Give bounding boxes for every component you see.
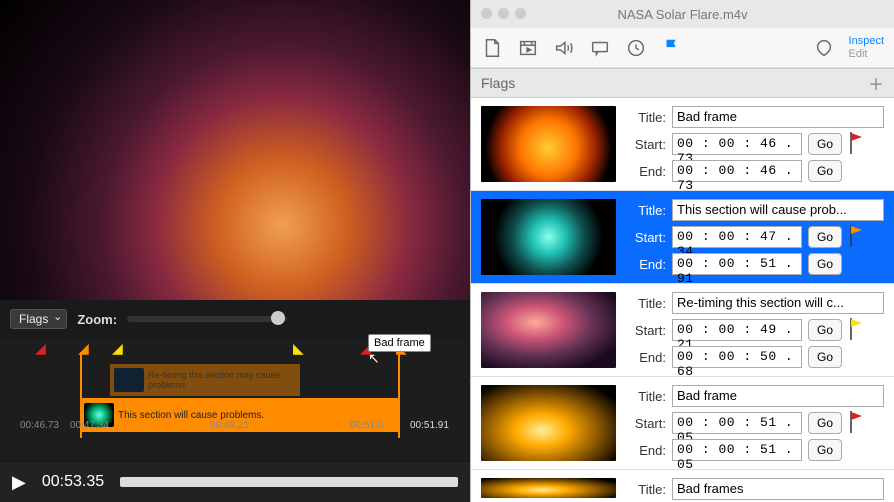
track-selector-dropdown[interactable]: Flags — [10, 309, 67, 329]
flag-color-icon[interactable] — [848, 225, 866, 249]
flag-start-input[interactable]: 00 : 00 : 47 . 34 — [672, 226, 802, 248]
flag-list[interactable]: Title: Bad frame Start: 00 : 00 : 46 . 73 Go… — [471, 98, 894, 502]
time-tick: 00:51.91 — [410, 420, 449, 431]
zoom-slider[interactable] — [127, 316, 287, 322]
tag-icon[interactable] — [813, 37, 835, 59]
section-title: Flags — [481, 75, 515, 91]
inspector-toolbar: Inspect Edit — [471, 28, 894, 68]
flag-item[interactable]: Title: Bad frame Start: 00 : 00 : 51 . 05 Go… — [471, 377, 894, 470]
add-flag-button[interactable]: ＋ — [868, 71, 884, 95]
window-title: NASA Solar Flare.m4v — [617, 7, 747, 22]
inspect-link[interactable]: Inspect — [849, 35, 884, 48]
scrubber[interactable] — [120, 477, 458, 487]
start-label: Start: — [626, 416, 666, 431]
end-label: End: — [626, 443, 666, 458]
go-end-button[interactable]: Go — [808, 160, 842, 182]
start-label: Start: — [626, 137, 666, 152]
zoom-label: Zoom: — [77, 312, 117, 327]
playback-bar: ▶ 00:53.35 — [0, 462, 470, 502]
flag-thumbnail — [481, 478, 616, 498]
inspector-panel: NASA Solar Flare.m4v Inspect Edit Flags … — [470, 0, 894, 502]
flag-start-input[interactable]: 00 : 00 : 49 . 21 — [672, 319, 802, 341]
timeline-ruler: 00:46.73 00:47.34 00:49.21 00:51.0 00:51… — [0, 420, 470, 436]
timeline[interactable]: Bad frame ↖ ◢ ◢ ◢ ◣ ◢ ◣ Re-timing this s… — [0, 338, 470, 460]
flags-section-header: Flags ＋ — [471, 68, 894, 98]
go-end-button[interactable]: Go — [808, 346, 842, 368]
go-start-button[interactable]: Go — [808, 226, 842, 248]
flag-start-input[interactable]: 00 : 00 : 46 . 73 — [672, 133, 802, 155]
time-tick: 00:46.73 — [20, 420, 59, 431]
flag-title-input[interactable]: Bad frames — [672, 478, 884, 500]
title-label: Title: — [626, 110, 666, 125]
go-end-button[interactable]: Go — [808, 253, 842, 275]
flag-icon[interactable] — [661, 37, 683, 59]
time-tick: 00:47.34 — [70, 420, 109, 431]
timeline-controls: Flags Zoom: — [0, 305, 470, 333]
flag-end-input[interactable]: 00 : 00 : 46 . 73 — [672, 160, 802, 182]
flag-color-icon[interactable] — [848, 411, 866, 435]
time-tick: 00:49.21 — [210, 420, 249, 431]
start-label: Start: — [626, 230, 666, 245]
flag-title-input[interactable]: Bad frame — [672, 106, 884, 128]
window-titlebar[interactable]: NASA Solar Flare.m4v — [471, 0, 894, 28]
end-label: End: — [626, 257, 666, 272]
title-label: Title: — [626, 203, 666, 218]
flag-thumbnail — [481, 106, 616, 182]
audio-icon[interactable] — [553, 37, 575, 59]
flag-color-icon[interactable] — [848, 318, 866, 342]
video-editor-pane: Flags Zoom: Bad frame ↖ ◢ ◢ ◢ ◣ ◢ ◣ Re-t… — [0, 0, 470, 502]
flag-title-input[interactable]: This section will cause prob... — [672, 199, 884, 221]
timeline-note[interactable]: Re-timing this section may cause problem… — [110, 364, 300, 396]
timeline-note-thumb — [114, 368, 144, 392]
play-button[interactable]: ▶ — [12, 472, 26, 493]
flag-marker-icon[interactable]: ◢ — [112, 340, 123, 357]
timeline-note-text: This section will cause problems. — [118, 410, 264, 421]
timeline-track[interactable]: ◢ ◢ ◢ ◣ ◢ ◣ Re-timing this section may c… — [0, 338, 470, 438]
flag-item[interactable]: Title: Bad frames — [471, 470, 894, 502]
title-label: Title: — [626, 296, 666, 311]
video-preview[interactable] — [0, 0, 470, 300]
end-label: End: — [626, 164, 666, 179]
flag-end-input[interactable]: 00 : 00 : 50 . 68 — [672, 346, 802, 368]
mode-links: Inspect Edit — [849, 35, 884, 61]
flag-thumbnail — [481, 199, 616, 275]
title-label: Title: — [626, 482, 666, 497]
start-label: Start: — [626, 323, 666, 338]
flag-title-input[interactable]: Bad frame — [672, 385, 884, 407]
flag-item[interactable]: Title: This section will cause prob... Sta… — [471, 191, 894, 284]
flag-item[interactable]: Title: Re-timing this section will c... St… — [471, 284, 894, 377]
flag-end-input[interactable]: 00 : 00 : 51 . 91 — [672, 253, 802, 275]
flag-end-input[interactable]: 00 : 00 : 51 . 05 — [672, 439, 802, 461]
window-controls[interactable] — [481, 8, 526, 19]
document-icon[interactable] — [481, 37, 503, 59]
playhead-time: 00:53.35 — [42, 473, 104, 491]
title-label: Title: — [626, 389, 666, 404]
zoom-slider-knob[interactable] — [271, 311, 285, 325]
time-tick: 00:51.0 — [350, 420, 383, 431]
go-start-button[interactable]: Go — [808, 319, 842, 341]
flag-item[interactable]: Title: Bad frame Start: 00 : 00 : 46 . 73 Go… — [471, 98, 894, 191]
flag-marker-icon[interactable]: ◢ — [35, 340, 46, 357]
edit-link[interactable]: Edit — [849, 48, 884, 61]
flag-color-icon[interactable] — [848, 132, 866, 156]
caption-icon[interactable] — [589, 37, 611, 59]
end-label: End: — [626, 350, 666, 365]
flag-title-input[interactable]: Re-timing this section will c... — [672, 292, 884, 314]
flag-start-input[interactable]: 00 : 00 : 51 . 05 — [672, 412, 802, 434]
go-start-button[interactable]: Go — [808, 412, 842, 434]
go-end-button[interactable]: Go — [808, 439, 842, 461]
timeline-note-text: Re-timing this section may cause problem… — [148, 370, 296, 390]
flag-marker-icon[interactable]: ◣ — [293, 340, 304, 357]
mouse-cursor-icon: ↖ — [368, 350, 380, 367]
flag-thumbnail — [481, 292, 616, 368]
video-icon[interactable] — [517, 37, 539, 59]
flag-thumbnail — [481, 385, 616, 461]
clock-icon[interactable] — [625, 37, 647, 59]
go-start-button[interactable]: Go — [808, 133, 842, 155]
